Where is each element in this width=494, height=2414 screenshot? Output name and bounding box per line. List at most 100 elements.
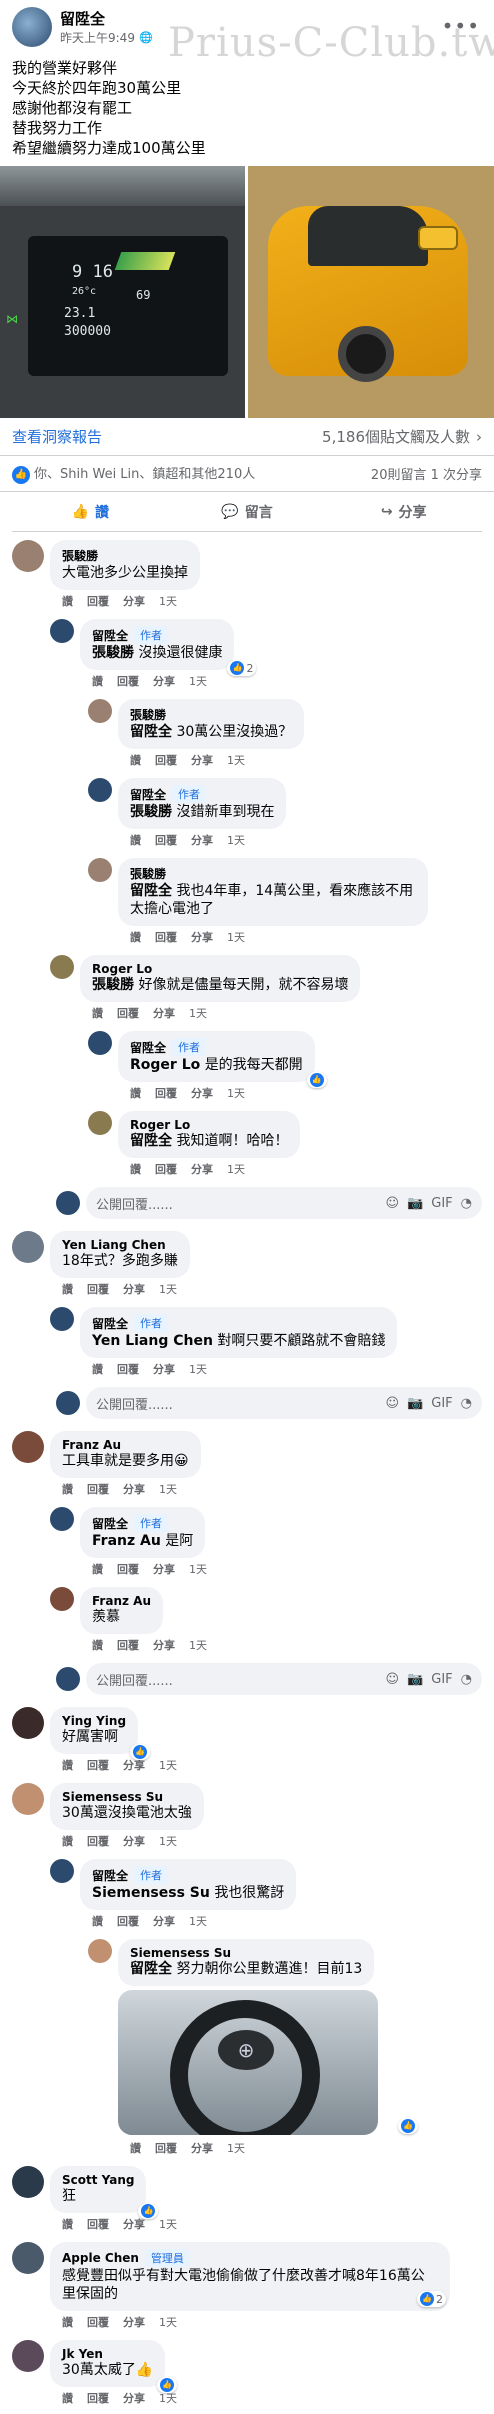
commenter-name-text[interactable]: 張駿勝 xyxy=(62,547,98,564)
dashboard-photo[interactable]: 9 16 26°c 69 23.1 300000 ⋈ xyxy=(0,166,245,418)
commenter-name[interactable]: 張駿勝 xyxy=(130,865,416,882)
my-avatar[interactable] xyxy=(56,1191,80,1215)
comment-like-count[interactable]: 👍 xyxy=(157,2377,178,2393)
comment-share-button[interactable]: 分享 xyxy=(123,1281,145,1297)
commenter-name[interactable]: Franz Au xyxy=(92,1594,151,1608)
commenter-avatar[interactable] xyxy=(88,1939,112,1963)
comment-like-button[interactable]: 讚 xyxy=(62,1481,73,1497)
comment-like-button[interactable]: 讚 xyxy=(92,1005,103,1021)
commenter-name-text[interactable]: Jk Yen xyxy=(62,2347,103,2361)
commenter-name[interactable]: Apple Chen 管理員 xyxy=(62,2249,438,2267)
commenter-avatar[interactable] xyxy=(12,2340,44,2372)
commenter-name-text[interactable]: Siemensess Su xyxy=(62,1790,163,1804)
commenter-name-text[interactable]: Roger Lo xyxy=(92,962,152,976)
commenter-name-text[interactable]: Franz Au xyxy=(62,1438,121,1452)
commenter-avatar[interactable] xyxy=(50,1307,74,1331)
comment-like-button[interactable]: 讚 xyxy=(62,1757,73,1773)
mention-link[interactable]: 留陞全 xyxy=(130,883,172,899)
post-time-text[interactable]: 昨天上午9:49 xyxy=(60,29,135,46)
comment-reply-button[interactable]: 回覆 xyxy=(87,2216,109,2232)
comment-reply-button[interactable]: 回覆 xyxy=(155,832,177,848)
comment-like-button[interactable]: 讚 xyxy=(130,929,141,945)
commenter-name-text[interactable]: Siemensess Su xyxy=(130,1946,231,1960)
comment-share-button[interactable]: 分享 xyxy=(153,673,175,689)
comment-like-button[interactable]: 讚 xyxy=(92,1361,103,1377)
comment-like-button[interactable]: 讚 xyxy=(62,2390,73,2406)
comment-share-button[interactable]: 分享 xyxy=(191,929,213,945)
commenter-name[interactable]: 留陞全 作者 xyxy=(92,1314,385,1332)
comment-like-button[interactable]: 讚 xyxy=(130,832,141,848)
comment-time[interactable]: 1天 xyxy=(189,673,207,689)
comment-reply-button[interactable]: 回覆 xyxy=(87,593,109,609)
comment-share-button[interactable]: 分享 xyxy=(153,1005,175,1021)
comment-share-button[interactable]: 分享 xyxy=(153,1637,175,1653)
comment-time[interactable]: 1天 xyxy=(159,593,177,609)
mention-link[interactable]: Franz Au xyxy=(92,1533,161,1549)
comment-share-button[interactable]: 分享 xyxy=(191,1085,213,1101)
commenter-name[interactable]: Siemensess Su xyxy=(62,1790,192,1804)
comment-like-count[interactable]: 👍 xyxy=(398,2118,418,2134)
poster-avatar[interactable] xyxy=(12,7,52,47)
commenter-name-text[interactable]: 留陞全 xyxy=(92,1867,128,1884)
comment-time[interactable]: 1天 xyxy=(159,1281,177,1297)
comment-like-count[interactable]: 👍 2 xyxy=(227,660,257,676)
commenter-name-text[interactable]: 留陞全 xyxy=(92,627,128,644)
commenter-avatar[interactable] xyxy=(12,1783,44,1815)
comment-time[interactable]: 1天 xyxy=(227,832,245,848)
comment-share-count[interactable]: 20則留言 1 次分享 xyxy=(371,464,482,483)
emoji-icon[interactable]: ☺ xyxy=(386,1196,400,1211)
camera-icon[interactable]: 📷 xyxy=(407,1672,423,1687)
comment-reply-button[interactable]: 回覆 xyxy=(117,673,139,689)
gif-icon[interactable]: GIF xyxy=(431,1672,452,1687)
reactions-summary[interactable]: 👍 你、Shih Wei Lin、鎮超和其他210人 xyxy=(12,463,255,484)
comment-reply-button[interactable]: 回覆 xyxy=(155,2140,177,2156)
comment-like-count[interactable]: 👍 xyxy=(138,2203,159,2219)
reply-input[interactable]: 公開回覆...... ☺ 📷 GIF ◔ xyxy=(86,1187,482,1219)
commenter-avatar[interactable] xyxy=(50,1507,74,1531)
comment-reply-button[interactable]: 回覆 xyxy=(87,1833,109,1849)
comment-like-button[interactable]: 讚 xyxy=(130,752,141,768)
comment-reply-button[interactable]: 回覆 xyxy=(117,1637,139,1653)
comment-share-button[interactable]: 分享 xyxy=(191,832,213,848)
comment-share-button[interactable]: 分享 xyxy=(123,2216,145,2232)
comment-like-button[interactable]: 讚 xyxy=(130,2140,141,2156)
comment-share-button[interactable]: 分享 xyxy=(191,1161,213,1177)
comment-time[interactable]: 1天 xyxy=(189,1913,207,1929)
commenter-avatar[interactable] xyxy=(50,955,74,979)
comment-button[interactable]: 💬 留言 xyxy=(169,492,326,531)
comment-photo[interactable]: ⊕ xyxy=(118,1990,378,2135)
reply-input[interactable]: 公開回覆...... ☺ 📷 GIF ◔ xyxy=(86,1387,482,1419)
commenter-name[interactable]: Yen Liang Chen xyxy=(62,1238,178,1252)
commenter-name-text[interactable]: 留陞全 xyxy=(92,1315,128,1332)
commenter-avatar[interactable] xyxy=(88,699,112,723)
comment-time[interactable]: 1天 xyxy=(227,1161,245,1177)
commenter-name-text[interactable]: Roger Lo xyxy=(130,1118,190,1132)
comment-time[interactable]: 1天 xyxy=(189,1637,207,1653)
comment-reply-button[interactable]: 回覆 xyxy=(117,1005,139,1021)
comment-share-button[interactable]: 分享 xyxy=(123,593,145,609)
sticker-icon[interactable]: ◔ xyxy=(461,1672,472,1687)
comment-reply-button[interactable]: 回覆 xyxy=(87,1281,109,1297)
commenter-name[interactable]: Ying Ying xyxy=(62,1714,126,1728)
mention-link[interactable]: 張駿勝 xyxy=(130,804,172,820)
commenter-name[interactable]: 張駿勝 xyxy=(62,547,188,564)
commenter-avatar[interactable] xyxy=(50,619,74,643)
commenter-name[interactable]: 留陞全 作者 xyxy=(130,785,274,803)
my-avatar[interactable] xyxy=(56,1391,80,1415)
mention-link[interactable]: 張駿勝 xyxy=(92,977,134,993)
commenter-name-text[interactable]: 張駿勝 xyxy=(130,706,166,723)
comment-like-button[interactable]: 讚 xyxy=(62,1281,73,1297)
commenter-name-text[interactable]: Scott Yang xyxy=(62,2173,134,2187)
commenter-name-text[interactable]: 留陞全 xyxy=(130,1039,166,1056)
commenter-name[interactable]: 留陞全 作者 xyxy=(130,1038,303,1056)
commenter-avatar[interactable] xyxy=(88,778,112,802)
comment-time[interactable]: 1天 xyxy=(189,1561,207,1577)
commenter-name-text[interactable]: 張駿勝 xyxy=(130,865,166,882)
comment-reply-button[interactable]: 回覆 xyxy=(155,1085,177,1101)
comment-share-button[interactable]: 分享 xyxy=(191,752,213,768)
camera-icon[interactable]: 📷 xyxy=(407,1396,423,1411)
comment-like-button[interactable]: 讚 xyxy=(92,1913,103,1929)
mention-link[interactable]: 留陞全 xyxy=(130,724,172,740)
commenter-avatar[interactable] xyxy=(88,1031,112,1055)
comment-like-button[interactable]: 讚 xyxy=(62,2314,73,2330)
